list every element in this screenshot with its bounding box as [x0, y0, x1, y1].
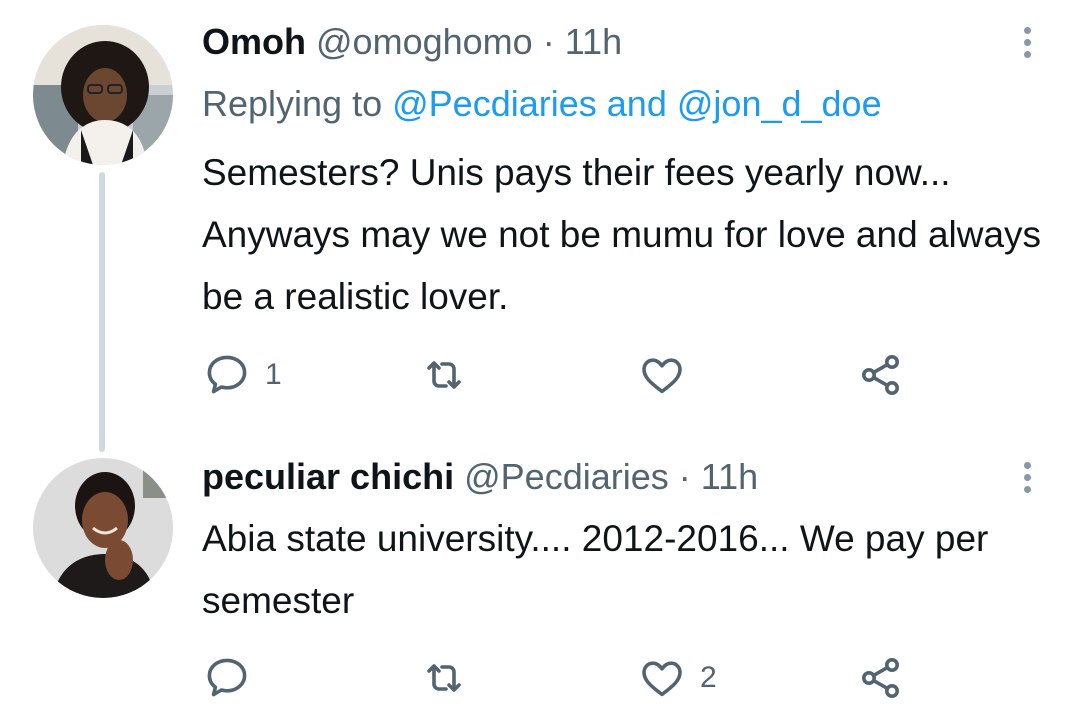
replying-to: Replying to @Pecdiaries and @jon_d_doe — [202, 82, 882, 126]
retweet-icon — [427, 664, 461, 692]
timestamp[interactable]: 11h — [565, 21, 622, 62]
heart-icon — [642, 358, 682, 394]
tweet-omoh[interactable]: Omoh @omoghomo · 11h Replying to @Pecdia… — [0, 0, 1080, 452]
reply-button[interactable] — [203, 653, 265, 703]
mention-link[interactable]: @jon_d_doe — [677, 83, 882, 124]
display-name[interactable]: Omoh — [202, 21, 306, 62]
more-icon[interactable] — [1012, 20, 1042, 64]
reply-icon — [207, 658, 247, 697]
user-handle[interactable]: @omoghomo — [316, 21, 533, 62]
display-name[interactable]: peculiar chichi — [202, 456, 454, 497]
share-button[interactable] — [857, 653, 905, 703]
mention-link[interactable]: @Pecdiaries — [392, 83, 597, 124]
tweet-peculiar-chichi[interactable]: peculiar chichi @Pecdiaries · 11h Abia s… — [0, 440, 1080, 704]
avatar-peculiar-chichi-image — [33, 458, 173, 598]
like-button[interactable]: 2 — [638, 653, 717, 703]
thread-line — [99, 172, 105, 452]
reply-button[interactable]: 1 — [203, 350, 282, 400]
tweet-actions: 2 — [0, 653, 1080, 703]
tweet-header: Omoh @omoghomo · 11h — [202, 20, 622, 64]
share-button[interactable] — [857, 350, 905, 400]
separator-dot: · — [542, 21, 555, 62]
reply-count: 1 — [265, 358, 282, 391]
tweet-actions: 1 — [0, 350, 1080, 400]
avatar-omoh[interactable] — [33, 25, 173, 165]
user-handle[interactable]: @Pecdiaries — [464, 456, 669, 497]
separator-dot: · — [678, 456, 691, 497]
like-count: 2 — [700, 661, 717, 694]
tweet-header: peculiar chichi @Pecdiaries · 11h — [202, 455, 758, 499]
share-icon — [862, 658, 899, 698]
avatar-omoh-image — [33, 25, 173, 165]
tweet-text: Abia state university.... 2012-2016... W… — [202, 518, 989, 621]
retweet-button[interactable] — [420, 653, 482, 703]
retweet-button[interactable] — [420, 350, 482, 400]
replying-and[interactable]: and — [607, 83, 667, 124]
replying-prefix: Replying to — [202, 83, 383, 124]
avatar-peculiar-chichi[interactable] — [33, 458, 173, 598]
like-button[interactable] — [638, 350, 700, 400]
heart-icon — [642, 661, 682, 697]
retweet-icon — [427, 361, 461, 389]
more-icon[interactable] — [1012, 455, 1042, 499]
tweet-text: Semesters? Unis pays their fees yearly n… — [202, 152, 1042, 317]
reply-icon — [207, 355, 247, 394]
share-icon — [862, 355, 899, 395]
timestamp[interactable]: 11h — [701, 456, 758, 497]
